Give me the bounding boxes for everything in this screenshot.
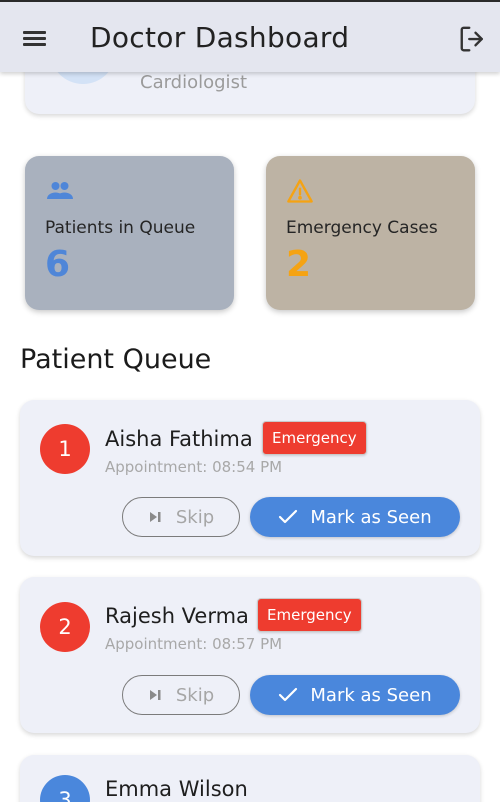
patient-name: Rajesh Verma — [105, 604, 249, 628]
section-title: Patient Queue — [20, 344, 212, 375]
mark-as-seen-label: Mark as Seen — [310, 684, 432, 706]
emergency-cases-card: Emergency Cases 2 — [266, 156, 475, 310]
people-icon — [45, 178, 75, 204]
emergency-badge: Emergency — [262, 421, 367, 455]
mark-as-seen-button[interactable]: Mark as Seen — [250, 497, 460, 537]
queue-number: 3 — [40, 775, 90, 802]
skip-icon — [149, 690, 161, 700]
appointment-time: Appointment: 08:57 PM — [105, 635, 283, 653]
warning-icon — [286, 178, 316, 204]
queue-number: 1 — [40, 424, 90, 474]
doctor-specialty: Cardiologist — [140, 72, 247, 93]
patient-card: 1 Aisha Fathima Emergency Appointment: 0… — [20, 400, 480, 556]
skip-button[interactable]: Skip — [122, 497, 240, 537]
stat-value: 6 — [45, 244, 71, 285]
check-icon — [279, 509, 298, 524]
queue-number: 2 — [40, 602, 90, 652]
patient-name: Aisha Fathima — [105, 427, 253, 451]
skip-label: Skip — [175, 684, 215, 706]
page-title: Doctor Dashboard — [90, 21, 350, 54]
stat-value: 2 — [286, 244, 312, 285]
patient-name: Emma Wilson — [105, 777, 248, 801]
skip-icon — [149, 512, 161, 522]
stat-label: Patients in Queue — [45, 218, 196, 238]
menu-icon[interactable] — [20, 26, 50, 50]
appointment-time: Appointment: 08:54 PM — [105, 458, 283, 476]
mark-as-seen-label: Mark as Seen — [310, 506, 432, 528]
logout-icon[interactable] — [458, 24, 490, 54]
check-icon — [279, 687, 298, 702]
emergency-badge: Emergency — [257, 598, 362, 632]
patient-card: 2 Rajesh Verma Emergency Appointment: 08… — [20, 577, 480, 733]
skip-button[interactable]: Skip — [122, 675, 240, 715]
skip-label: Skip — [175, 506, 215, 528]
app-bar: Doctor Dashboard — [0, 0, 500, 72]
mark-as-seen-button[interactable]: Mark as Seen — [250, 675, 460, 715]
patient-card: 3 Emma Wilson — [20, 755, 480, 802]
stat-label: Emergency Cases — [286, 218, 438, 238]
patients-in-queue-card: Patients in Queue 6 — [25, 156, 234, 310]
